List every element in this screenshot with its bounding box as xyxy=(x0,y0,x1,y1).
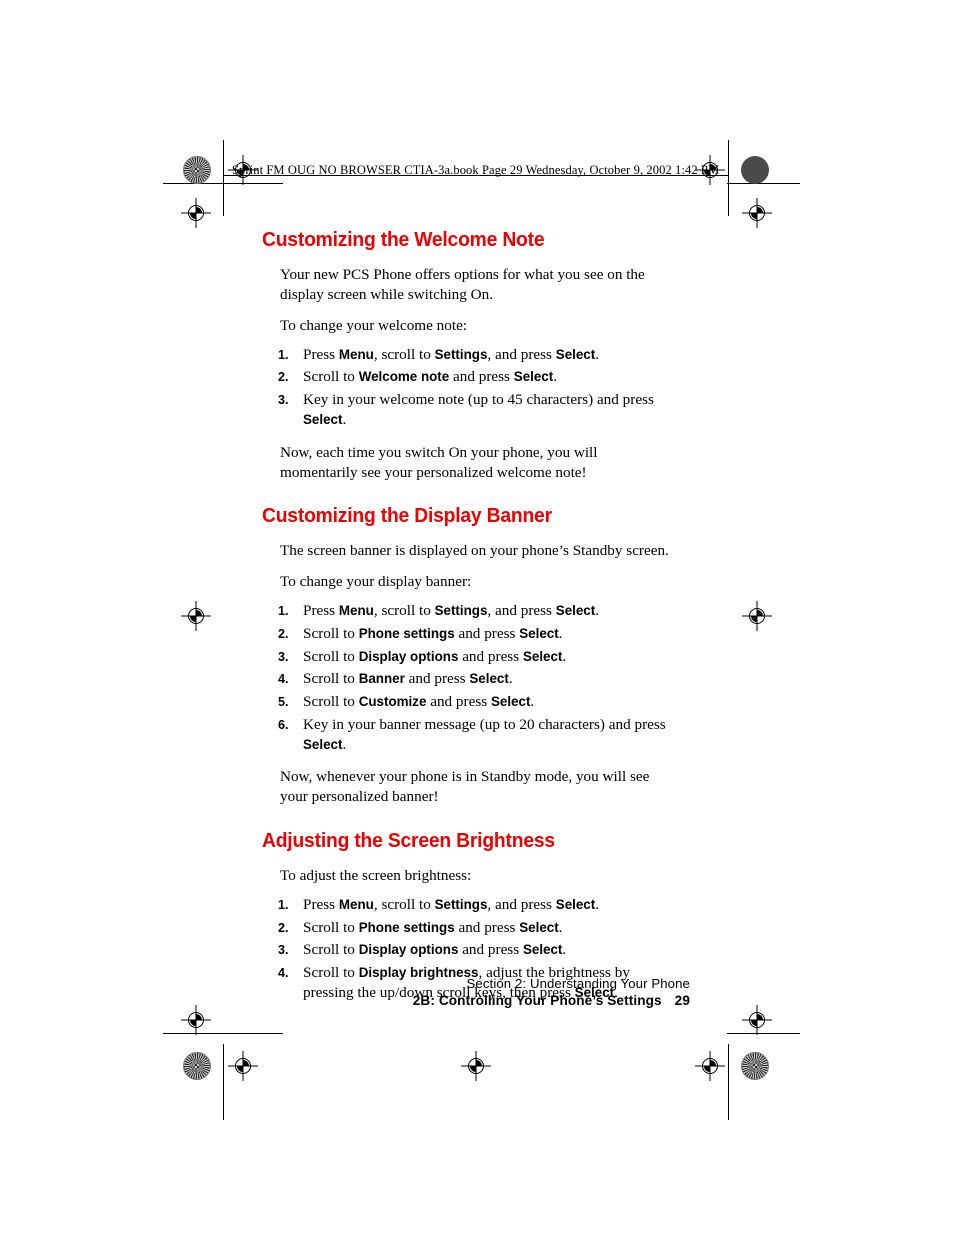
step-number: 6. xyxy=(278,717,289,732)
steps-lead-in: To adjust the screen brightness: xyxy=(280,867,472,885)
step-text: Scroll to Welcome note and press Select. xyxy=(303,368,558,386)
step-number: 3. xyxy=(278,943,289,958)
steps-list: 1. Press Menu, scroll to Settings, and pr… xyxy=(262,345,672,431)
step-number: 3. xyxy=(278,393,289,408)
step-text: Scroll to Display options and press Sele… xyxy=(303,647,567,665)
step-item: 5. Scroll to Customize and press Select. xyxy=(262,692,672,712)
step-number: 2. xyxy=(278,626,289,641)
registration-target-icon xyxy=(181,198,211,228)
section-heading: Customizing the Display Banner xyxy=(262,504,552,528)
step-text: Press Menu, scroll to Settings, and pres… xyxy=(303,602,600,620)
running-header: Sprint FM OUG NO BROWSER CTIA-3a.book Pa… xyxy=(232,163,720,177)
section-heading: Customizing the Welcome Note xyxy=(262,228,545,251)
section-intro-paragraph: The screen banner is displayed on your p… xyxy=(280,542,669,560)
step-number: 1. xyxy=(278,347,289,362)
step-item: 3. Scroll to Display options and press Se… xyxy=(262,647,672,667)
step-text: Scroll to Banner and press Select. xyxy=(303,670,513,688)
step-item: 1. Press Menu, scroll to Settings, and pr… xyxy=(262,345,672,365)
step-number: 4. xyxy=(278,672,289,687)
step-item: 1. Press Menu, scroll to Settings, and pr… xyxy=(262,601,672,621)
steps-lead-in: To change your display banner: xyxy=(280,573,472,591)
step-item: 2. Scroll to Phone settings and press Sel… xyxy=(262,918,672,938)
footer-section-line: Section 2: Understanding Your Phone xyxy=(466,976,690,991)
trim-rule-top-right xyxy=(727,183,800,184)
trim-rule-top-left xyxy=(163,183,283,184)
registration-target-icon xyxy=(461,1051,491,1081)
trim-rule-left-bottom xyxy=(223,1044,224,1120)
registration-target-icon xyxy=(695,1051,725,1081)
trim-rule-right-bottom xyxy=(728,1044,729,1120)
section-outro-paragraph: Now, whenever your phone is in Standby m… xyxy=(280,768,650,806)
step-text: Key in your welcome note (up to 45 chara… xyxy=(303,391,654,429)
star-target-icon xyxy=(183,1052,211,1080)
step-text: Scroll to Phone settings and press Selec… xyxy=(303,918,563,936)
step-text: Key in your banner message (up to 20 cha… xyxy=(303,715,666,754)
step-item: 3. Key in your welcome note (up to 45 cha… xyxy=(262,390,672,430)
step-number: 2. xyxy=(278,920,289,935)
page-content: Customizing the Welcome Note Your new PCS… xyxy=(262,228,672,1016)
step-text: Scroll to Display options and press Sele… xyxy=(303,941,567,959)
step-number: 5. xyxy=(278,695,289,710)
step-number: 2. xyxy=(278,370,289,385)
density-patch-icon xyxy=(741,156,769,184)
step-number: 1. xyxy=(278,897,289,912)
step-number: 1. xyxy=(278,604,289,619)
registration-target-icon xyxy=(742,198,772,228)
step-item: 2. Scroll to Phone settings and press Sel… xyxy=(262,624,672,644)
step-item: 4. Scroll to Banner and press Select. xyxy=(262,669,672,689)
footer-chapter-line: 2B: Controlling Your Phone’s Settings xyxy=(412,993,662,1008)
page-number: 29 xyxy=(674,993,690,1008)
footer-chapter-row: 2B: Controlling Your Phone’s Settings 29 xyxy=(300,993,690,1008)
steps-lead-in: To change your welcome note: xyxy=(280,316,468,334)
step-item: 1. Press Menu, scroll to Settings, and pr… xyxy=(262,895,672,915)
registration-target-icon xyxy=(742,1005,772,1035)
registration-target-icon xyxy=(181,601,211,631)
step-item: 6. Key in your banner message (up to 20 c… xyxy=(262,715,672,755)
registration-target-icon xyxy=(228,1051,258,1081)
section-outro-paragraph: Now, each time you switch On your phone,… xyxy=(280,443,598,481)
step-text: Scroll to Customize and press Select. xyxy=(303,693,535,711)
steps-list: 1. Press Menu, scroll to Settings, and pr… xyxy=(262,601,672,755)
registration-target-icon xyxy=(742,601,772,631)
registration-target-icon xyxy=(181,1005,211,1035)
trim-rule-right-top xyxy=(728,140,729,216)
section-intro-paragraph: Your new PCS Phone offers options for wh… xyxy=(280,266,645,303)
step-item: 3. Scroll to Display options and press Se… xyxy=(262,940,672,960)
trim-rule-left-top xyxy=(223,140,224,216)
step-text: Press Menu, scroll to Settings, and pres… xyxy=(303,345,600,363)
trim-rule-bottom-right xyxy=(727,1033,800,1034)
step-item: 2. Scroll to Welcome note and press Selec… xyxy=(262,367,672,387)
step-number: 3. xyxy=(278,649,289,664)
star-target-icon xyxy=(183,156,211,184)
step-text: Scroll to Phone settings and press Selec… xyxy=(303,624,563,642)
step-text: Press Menu, scroll to Settings, and pres… xyxy=(303,895,600,913)
section-heading: Adjusting the Screen Brightness xyxy=(262,829,555,853)
step-number: 4. xyxy=(278,966,289,981)
trim-rule-bottom-left xyxy=(163,1033,283,1034)
star-target-icon xyxy=(741,1052,769,1080)
page-footer: Section 2: Understanding Your Phone 2B: … xyxy=(300,976,690,1008)
